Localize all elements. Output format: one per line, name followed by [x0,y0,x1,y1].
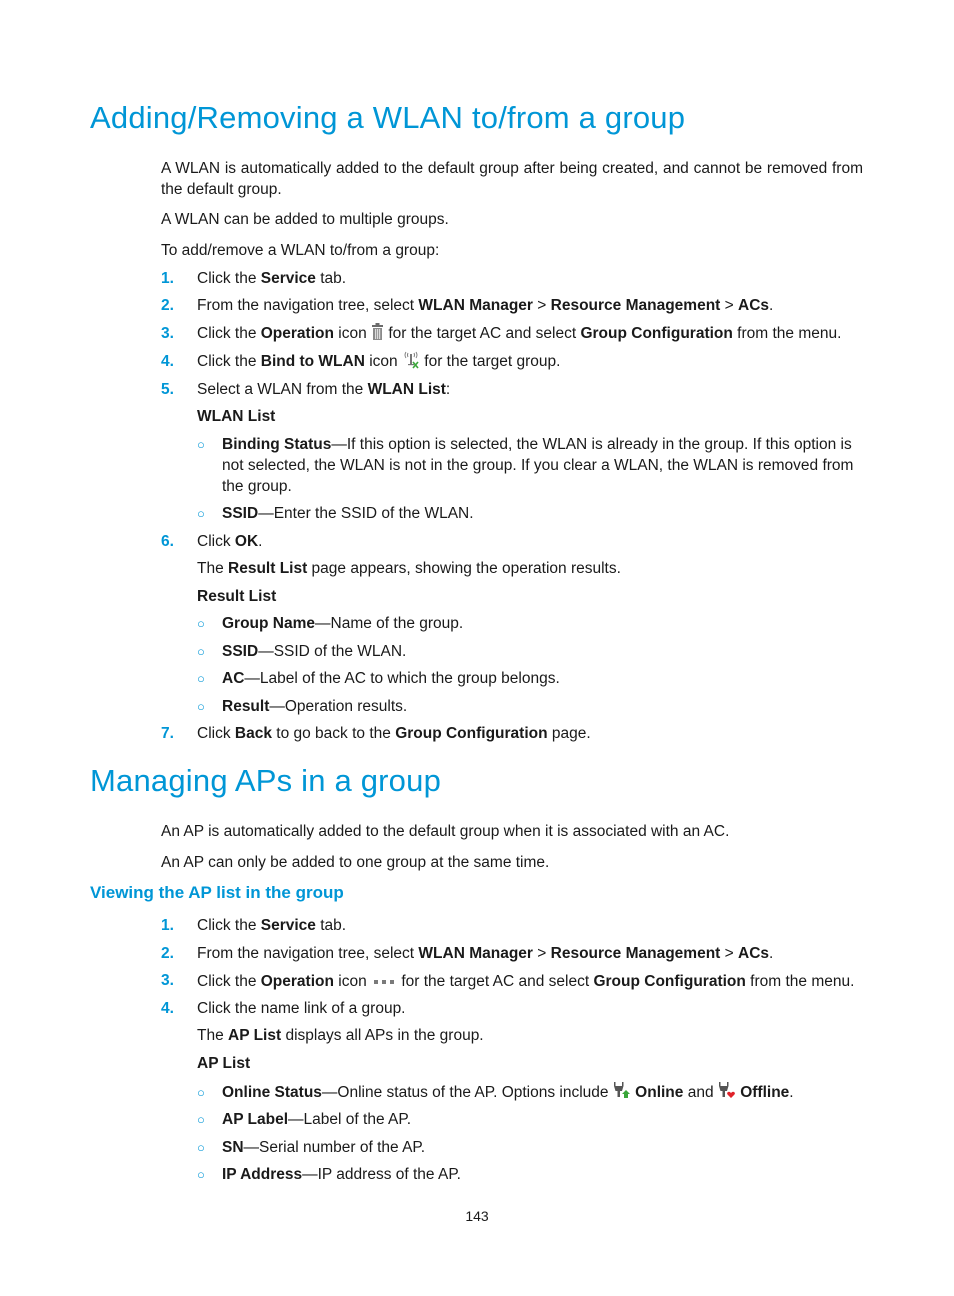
bullet-icon: ○ [197,616,205,631]
step-number: 2. [161,297,174,314]
intro-paragraph: An AP is automatically added to the defa… [161,823,730,840]
subsection-title: Viewing the AP list in the group [90,883,344,902]
wlan-list-heading: WLAN List [197,408,276,425]
step-number: 6. [161,533,174,550]
more-dots-icon [371,970,397,991]
step-number: 4. [161,353,174,370]
ap-list-note: The AP List displays all APs in the grou… [197,1027,484,1044]
bullet-icon: ○ [197,671,205,686]
step-number: 2. [161,945,174,962]
intro-paragraph: An AP can only be added to one group at … [161,854,550,871]
bullet-icon: ○ [197,1085,205,1100]
step-number: 1. [161,917,174,934]
ap-list-heading: AP List [197,1055,251,1072]
section-title-managing-aps: Managing APs in a group [90,763,442,798]
trash-icon [371,323,384,347]
ap-offline-icon [718,1082,736,1106]
bullet-icon: ○ [197,699,205,714]
result-list-heading: Result List [197,588,277,605]
step-number: 4. [161,1000,174,1017]
intro-paragraph: To add/remove a WLAN to/from a group: [161,242,440,259]
bullet-icon: ○ [197,1140,205,1155]
step-number: 3. [161,325,174,342]
ap-online-icon [613,1082,631,1106]
step-number: 5. [161,381,174,398]
intro-paragraph: A WLAN can be added to multiple groups. [161,211,449,228]
page-number: 143 [465,1208,489,1224]
bullet-icon: ○ [197,1167,205,1182]
bullet-icon: ○ [197,506,205,521]
bullet-icon: ○ [197,1112,205,1127]
bullet-icon: ○ [197,644,205,659]
step-number: 1. [161,270,174,287]
step-number: 3. [161,972,174,989]
intro-paragraph: A WLAN is automatically added to the def… [161,160,863,198]
result-note: The Result List page appears, showing th… [197,560,621,577]
step-number: 7. [161,725,174,742]
bind-wlan-icon [402,351,420,375]
section-title-add-remove-wlan: Adding/Removing a WLAN to/from a group [90,100,686,135]
bullet-icon: ○ [197,437,205,452]
